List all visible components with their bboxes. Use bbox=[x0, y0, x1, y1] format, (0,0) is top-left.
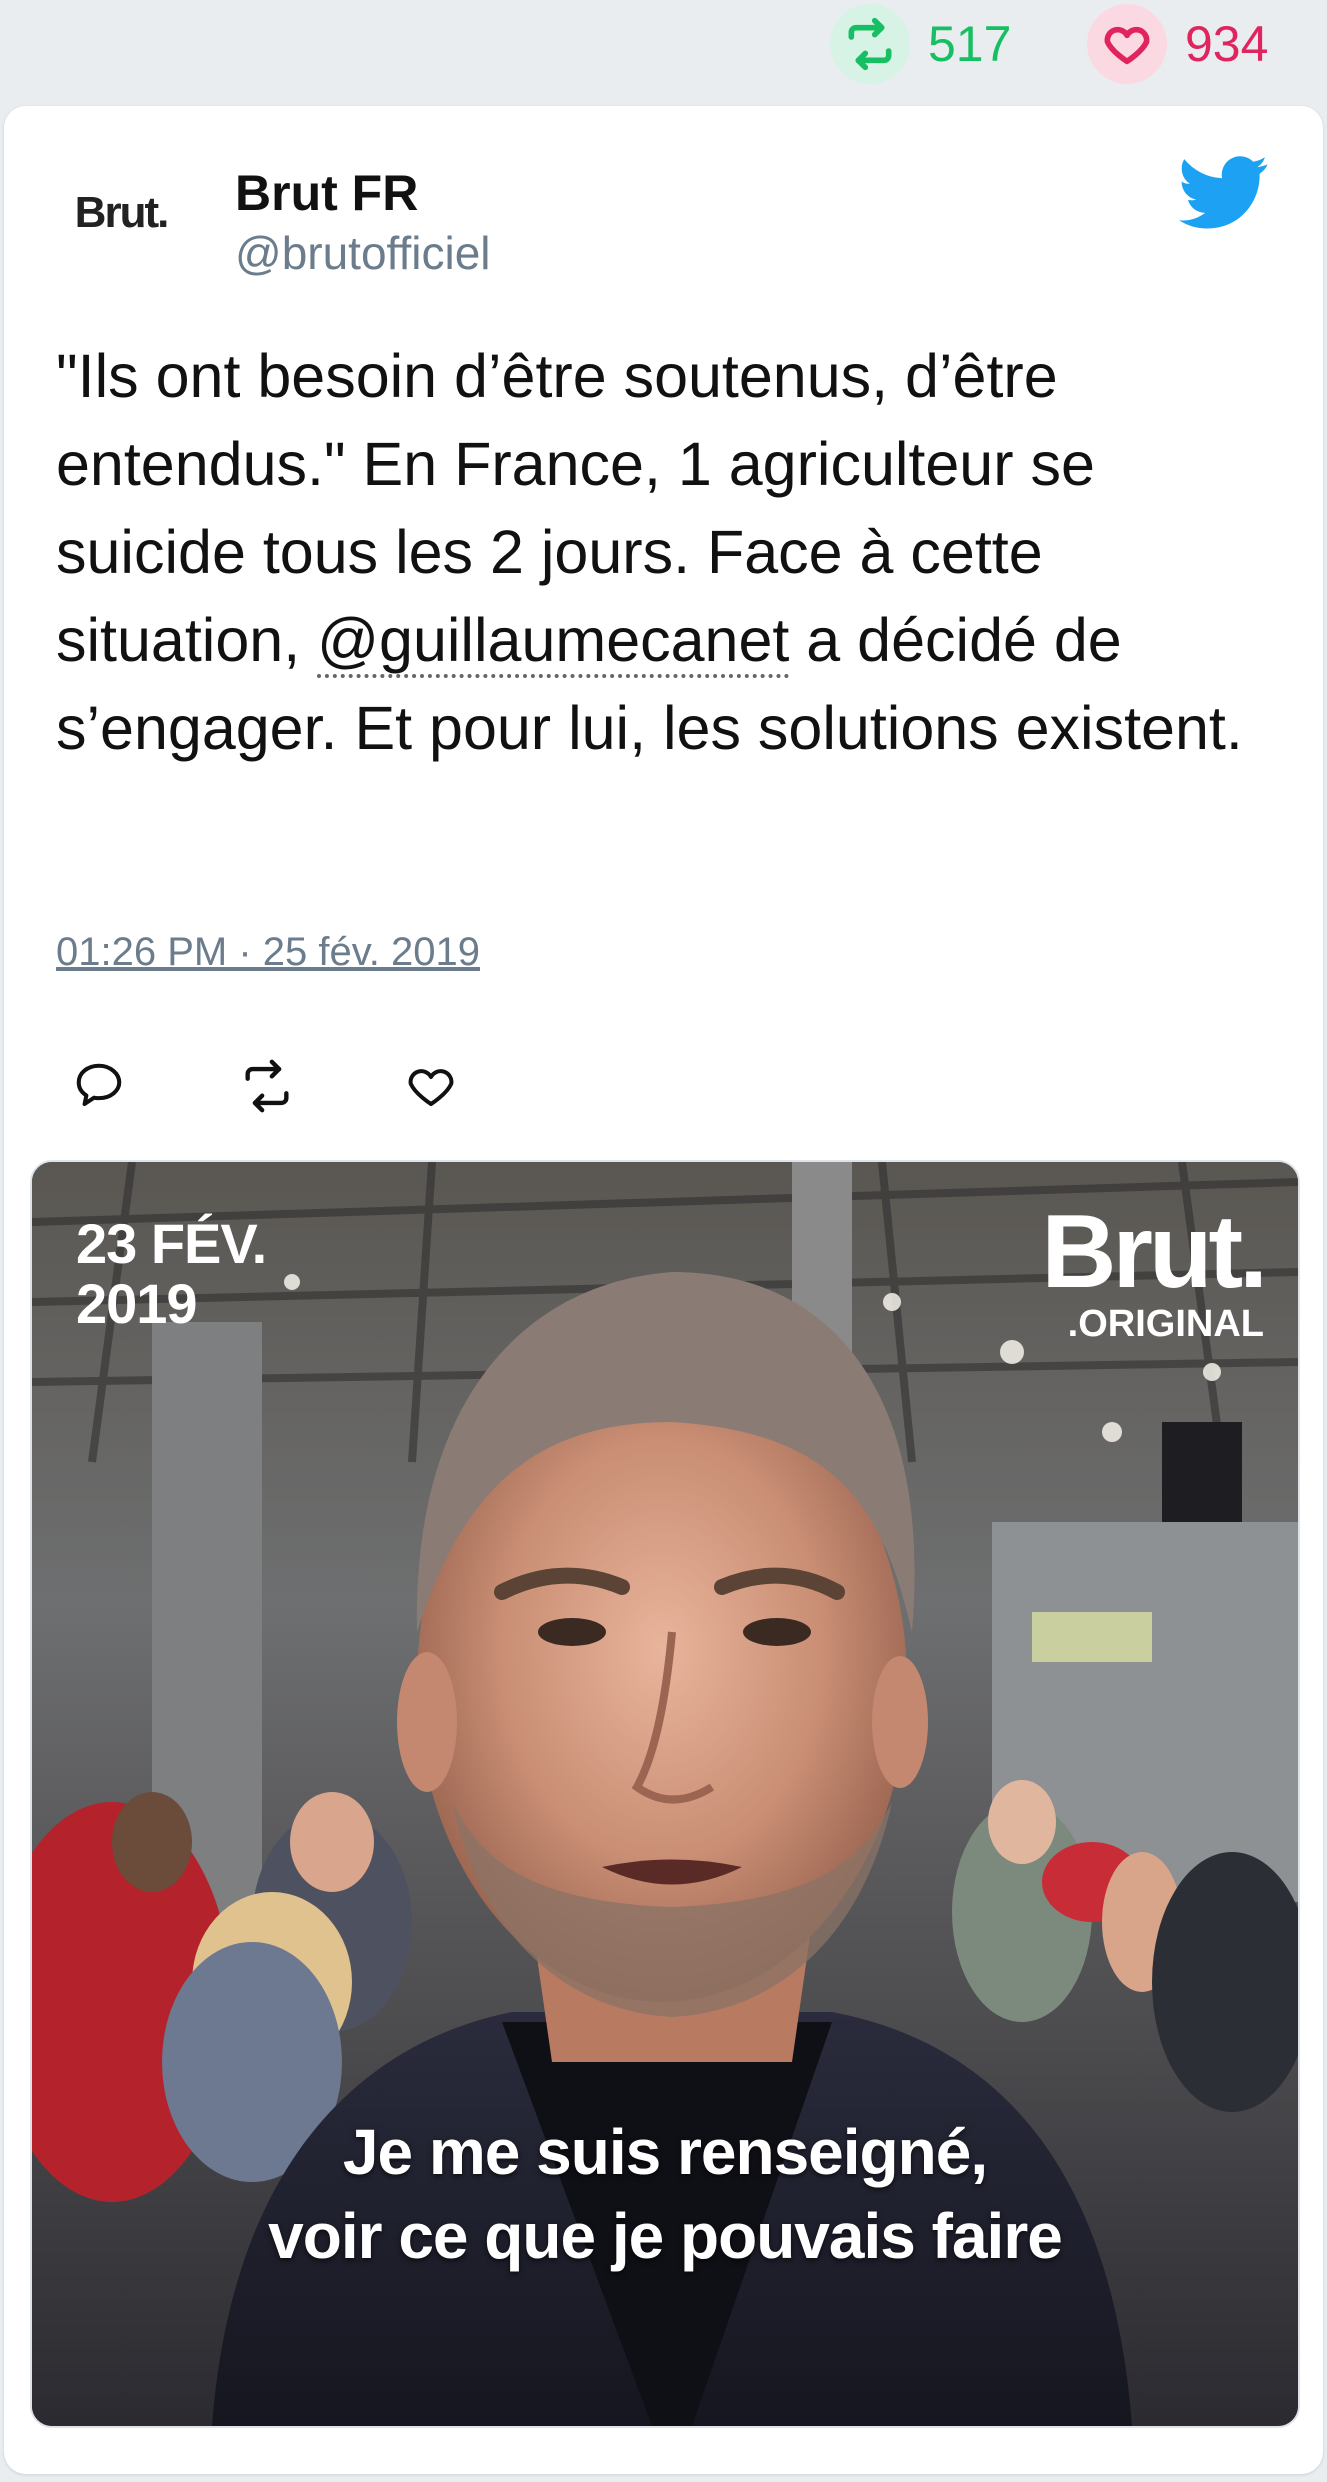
retweet-icon[interactable] bbox=[830, 4, 910, 84]
video-subtitle: Je me suis renseigné, voir ce que je pou… bbox=[32, 2110, 1298, 2278]
brut-logo-sub: .ORIGINAL bbox=[1067, 1303, 1264, 1345]
video-date-overlay: 23 FÉV. 2019 bbox=[76, 1212, 267, 1335]
tweet-text: "Ils ont besoin d’être soutenus, d’être … bbox=[56, 332, 1286, 772]
subtitle-line-1: Je me suis renseigné, bbox=[342, 2116, 988, 2188]
author-name[interactable]: Brut FR bbox=[235, 164, 418, 222]
reply-button[interactable] bbox=[56, 1046, 222, 1126]
video-thumbnail[interactable]: 23 FÉV. 2019 Brut. .ORIGINAL Je me suis … bbox=[30, 1160, 1300, 2428]
twitter-bird-icon[interactable] bbox=[1174, 146, 1274, 236]
retweet-stat[interactable]: 517 bbox=[830, 4, 1011, 84]
reply-icon bbox=[76, 1063, 122, 1107]
avatar-logo-text: Brut. bbox=[74, 188, 170, 237]
mention-link[interactable]: @guillaumecanet bbox=[317, 606, 790, 678]
retweet-action-icon bbox=[245, 1059, 289, 1113]
brut-logo-main: Brut. bbox=[1041, 1194, 1268, 1310]
like-stat[interactable]: 934 bbox=[1087, 4, 1268, 84]
tweet-timestamp[interactable]: 01:26 PM · 25 fév. 2019 bbox=[56, 930, 480, 975]
engagement-bar: 517 934 bbox=[0, 0, 1327, 100]
retweet-button[interactable] bbox=[222, 1046, 388, 1126]
like-count: 934 bbox=[1185, 16, 1269, 72]
tweet-actions bbox=[56, 1046, 554, 1126]
avatar[interactable]: Brut. bbox=[56, 168, 186, 258]
author-handle[interactable]: @brutofficiel bbox=[235, 226, 491, 280]
retweet-count: 517 bbox=[928, 16, 1012, 72]
like-button[interactable] bbox=[388, 1046, 554, 1126]
brut-original-logo: Brut. .ORIGINAL bbox=[1041, 1194, 1268, 1345]
heart-action-icon bbox=[408, 1069, 454, 1107]
tweet-card: Brut. Brut FR @brutofficiel "Ils ont bes… bbox=[4, 106, 1323, 2474]
heart-icon[interactable] bbox=[1087, 4, 1167, 84]
subtitle-line-2: voir ce que je pouvais faire bbox=[268, 2200, 1063, 2272]
